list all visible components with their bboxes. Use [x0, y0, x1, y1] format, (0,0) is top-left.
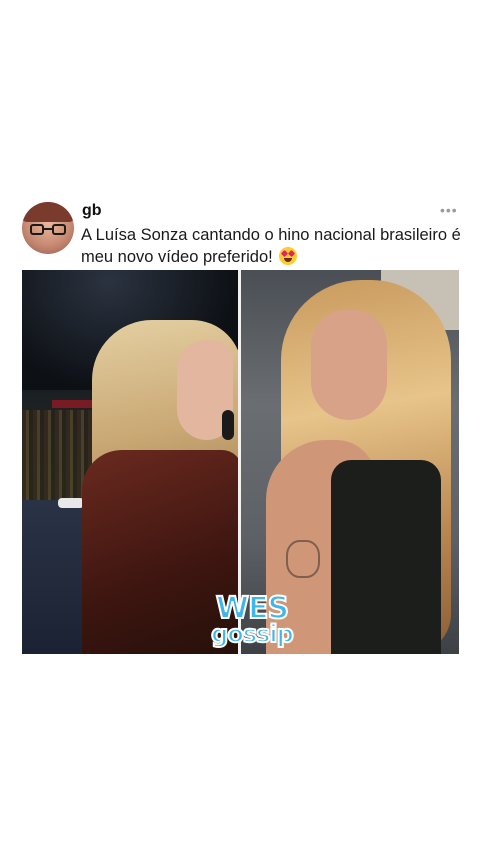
glasses-icon: [30, 224, 66, 236]
media-left-photo: [22, 270, 238, 654]
avatar[interactable]: [22, 202, 74, 254]
tweet-post: gb ••• A Luísa Sonza cantando o hino nac…: [0, 0, 480, 854]
media-image[interactable]: WES gossip: [22, 270, 459, 654]
username[interactable]: gb: [82, 202, 102, 220]
more-options-icon[interactable]: •••: [440, 202, 458, 218]
microphone-icon: [222, 410, 234, 440]
heart-eyes-emoji-icon: [279, 247, 298, 265]
avatar-hair: [22, 202, 74, 222]
tweet-text-body: A Luísa Sonza cantando o hino nacional b…: [81, 226, 461, 266]
tweet-text: A Luísa Sonza cantando o hino nacional b…: [81, 224, 466, 268]
media-right-photo: [241, 270, 459, 654]
